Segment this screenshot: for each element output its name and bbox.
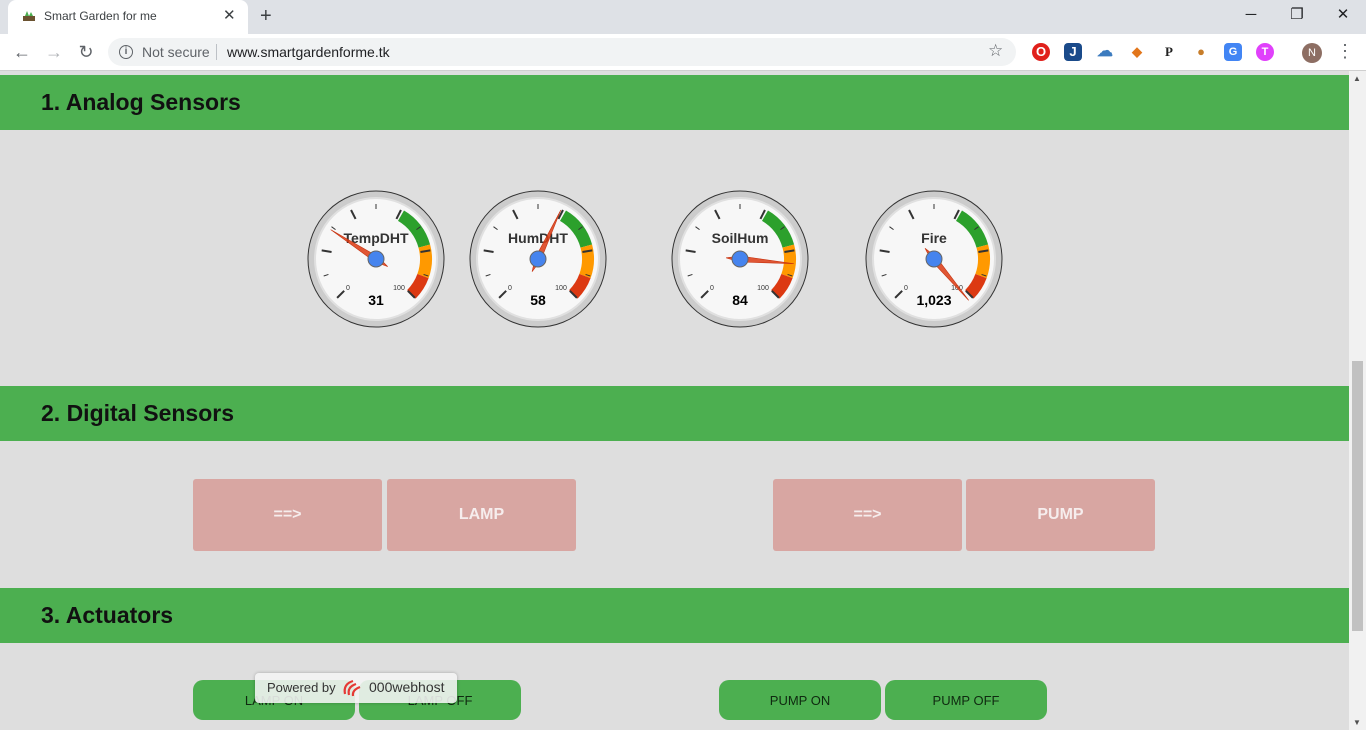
- browser-toolbar: ← → ↻ i Not secure www.smartgardenforme.…: [0, 34, 1366, 71]
- gauge-center-cap: [529, 250, 547, 268]
- page-scrollbar[interactable]: ▲ ▼: [1349, 71, 1366, 730]
- metamask-extension-icon[interactable]: ◆: [1128, 43, 1146, 61]
- gauge-value: 1,023: [916, 292, 951, 308]
- cloud-extension-icon[interactable]: ☁: [1096, 43, 1114, 61]
- omnibox-divider: [216, 44, 217, 60]
- menu-kebab-icon[interactable]: ⋮: [1336, 41, 1354, 62]
- scroll-thumb[interactable]: [1352, 361, 1363, 631]
- section-title: 2. Digital Sensors: [41, 400, 235, 426]
- gauge-value: 84: [732, 292, 748, 308]
- gauge-center-cap: [731, 250, 749, 268]
- section-title: 3. Actuators: [41, 602, 174, 628]
- pump-on-button[interactable]: PUMP ON: [719, 680, 881, 720]
- new-tab-icon[interactable]: +: [260, 6, 272, 26]
- info-icon[interactable]: i: [119, 45, 133, 59]
- gauge-max-label: 100: [757, 285, 769, 292]
- t-extension-icon[interactable]: T: [1256, 43, 1274, 61]
- cookie-extension-icon[interactable]: ●: [1192, 43, 1210, 61]
- opera-extension-icon[interactable]: O: [1032, 43, 1050, 61]
- webhost-brand: 000webhost: [369, 679, 445, 695]
- powered-by-label: Powered by: [267, 680, 336, 695]
- gauge-center-cap: [925, 250, 943, 268]
- blue-extension-icon[interactable]: J: [1064, 43, 1082, 61]
- webhost-logo-icon: [343, 679, 361, 697]
- pump-off-button[interactable]: PUMP OFF: [885, 680, 1047, 720]
- pump-arrow-indicator: ==>: [773, 479, 962, 551]
- lamp-arrow-indicator: ==>: [193, 479, 382, 551]
- gauge-label: HumDHT: [508, 230, 568, 246]
- security-label[interactable]: Not secure: [142, 44, 210, 60]
- p-extension-icon[interactable]: P: [1160, 43, 1178, 61]
- translate-extension-icon[interactable]: G: [1224, 43, 1242, 61]
- address-bar[interactable]: i Not secure www.smartgardenforme.tk ☆: [108, 38, 1016, 66]
- browser-tab[interactable]: Smart Garden for me ✕: [8, 0, 248, 34]
- tab-title: Smart Garden for me: [44, 9, 157, 23]
- page-viewport: 1. Analog Sensors 0 100 TempDHT 31 0 100 HumD…: [0, 71, 1349, 730]
- forward-icon[interactable]: →: [43, 41, 65, 63]
- bookmark-star-icon[interactable]: ☆: [988, 41, 1003, 61]
- gauge-min-label: 0: [710, 285, 714, 292]
- back-icon[interactable]: ←: [11, 41, 33, 63]
- gauge-label: Fire: [921, 230, 947, 246]
- tab-strip: Smart Garden for me ✕ + ─ ❐ ✕: [0, 0, 1366, 34]
- gauge-min-label: 0: [346, 285, 350, 292]
- gauge-min-label: 0: [904, 285, 908, 292]
- profile-avatar[interactable]: N: [1302, 43, 1322, 63]
- close-window-icon[interactable]: ✕: [1320, 4, 1366, 26]
- analog-sensors-header: 1. Analog Sensors: [0, 75, 1349, 130]
- reload-icon[interactable]: ↻: [75, 41, 97, 63]
- pump-status-indicator: PUMP: [966, 479, 1155, 551]
- close-tab-icon[interactable]: ✕: [223, 7, 236, 25]
- minimize-window-icon[interactable]: ─: [1228, 4, 1274, 26]
- gauge-tempdht: 0 100TempDHT31: [307, 190, 445, 328]
- restore-window-icon[interactable]: ❐: [1274, 4, 1320, 26]
- scroll-up-arrow-icon[interactable]: ▲: [1353, 74, 1361, 83]
- gauge-label: SoilHum: [712, 230, 769, 246]
- gauge-max-label: 100: [393, 285, 405, 292]
- plant-favicon-icon: [23, 11, 35, 21]
- gauge-humdht: 0 100 HumDHT 58: [469, 190, 607, 328]
- scroll-down-arrow-icon[interactable]: ▼: [1353, 718, 1361, 727]
- powered-by-badge[interactable]: Powered by 000webhost: [255, 673, 457, 703]
- gauge-value: 31: [368, 292, 384, 308]
- url-text[interactable]: www.smartgardenforme.tk: [227, 44, 390, 60]
- gauge-fire: 0 100Fire1,023: [865, 190, 1003, 328]
- gauge-value: 58: [530, 292, 546, 308]
- section-title: 1. Analog Sensors: [41, 89, 241, 115]
- lamp-status-indicator: LAMP: [387, 479, 576, 551]
- gauge-max-label: 100: [555, 285, 567, 292]
- gauge-soilhum: 0 100 SoilHum 84: [671, 190, 809, 328]
- actuators-header: 3. Actuators: [0, 588, 1349, 643]
- digital-sensors-header: 2. Digital Sensors: [0, 386, 1349, 441]
- gauge-center-cap: [367, 250, 385, 268]
- gauge-min-label: 0: [508, 285, 512, 292]
